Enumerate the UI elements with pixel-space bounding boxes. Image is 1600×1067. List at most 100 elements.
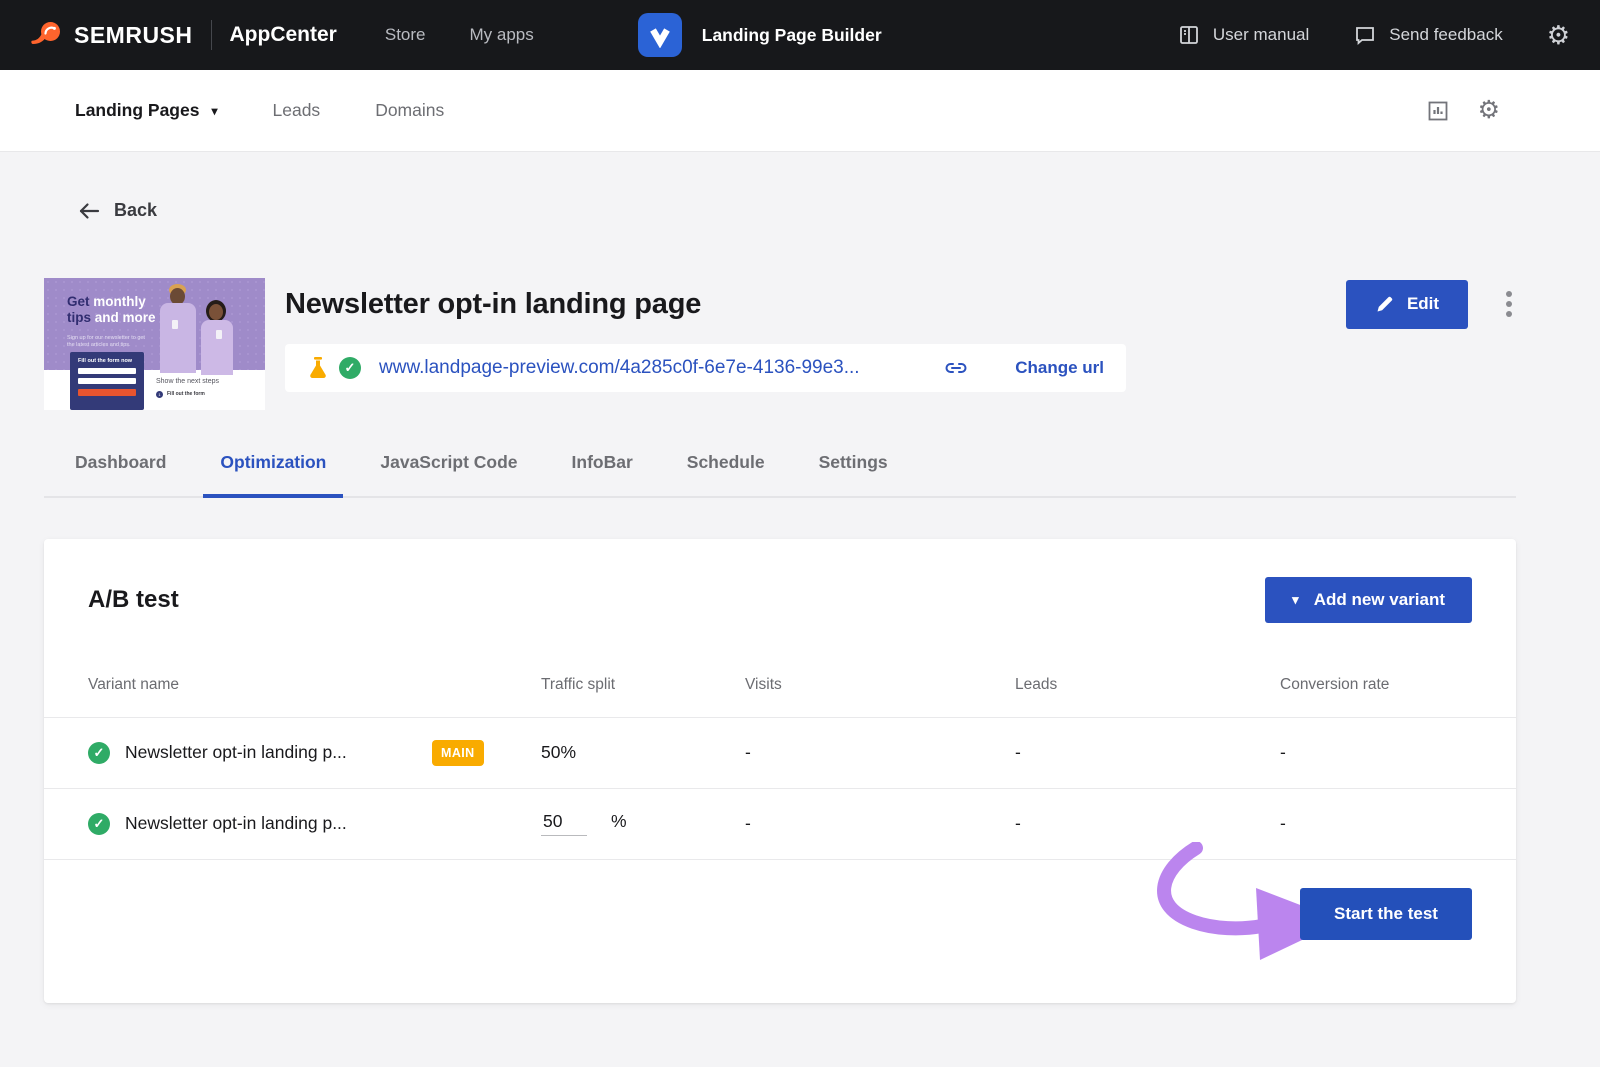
send-feedback-label: Send feedback <box>1389 25 1502 45</box>
secondary-nav-actions: ⚙ <box>1426 98 1500 123</box>
leads-value: - <box>1015 813 1280 834</box>
nav-item-store[interactable]: Store <box>385 25 426 45</box>
semrush-flame-icon <box>30 18 64 52</box>
variant-name[interactable]: Newsletter opt-in landing p... <box>125 813 347 834</box>
tab-optimization[interactable]: Optimization <box>203 452 343 496</box>
edit-label: Edit <box>1407 294 1439 314</box>
ab-flask-icon <box>307 356 329 380</box>
thumbnail-form-input <box>78 378 136 384</box>
variant-published-icon: ✓ <box>88 742 110 764</box>
current-app: Landing Page Builder <box>638 13 882 57</box>
top-app-bar: SEMRUSH AppCenter Store My apps Landing … <box>0 0 1600 70</box>
add-new-variant-button[interactable]: ▾ Add new variant <box>1265 577 1472 623</box>
edit-button[interactable]: Edit <box>1346 280 1468 329</box>
main-badge: MAIN <box>432 740 484 766</box>
tab-schedule[interactable]: Schedule <box>670 452 782 496</box>
col-traffic-split: Traffic split <box>541 676 745 694</box>
phone-illustration <box>216 330 222 339</box>
ab-test-card: A/B test ▾ Add new variant Variant name … <box>44 539 1516 1003</box>
url-verified-icon: ✓ <box>339 357 361 379</box>
subnav-item-landing-pages[interactable]: Landing Pages ▾ <box>75 100 218 121</box>
book-icon <box>1177 23 1201 47</box>
nav-item-my-apps[interactable]: My apps <box>470 25 534 45</box>
variant-name[interactable]: Newsletter opt-in landing p... <box>125 742 347 763</box>
url-actions: Change url <box>943 356 1104 380</box>
conversion-value: - <box>1280 742 1472 763</box>
tab-javascript-code[interactable]: JavaScript Code <box>363 452 534 496</box>
semrush-logo[interactable]: SEMRUSH AppCenter <box>30 18 337 52</box>
landing-page-url[interactable]: www.landpage-preview.com/4a285c0f-6e7e-4… <box>379 357 860 379</box>
add-variant-label: Add new variant <box>1314 590 1445 610</box>
variant-published-icon: ✓ <box>88 813 110 835</box>
table-row: ✓ Newsletter opt-in landing p... % - - - <box>44 788 1516 859</box>
send-feedback-link[interactable]: Send feedback <box>1353 23 1502 47</box>
top-bar-actions: User manual Send feedback ⚙ <box>1177 22 1570 48</box>
col-leads: Leads <box>1015 676 1280 694</box>
thumbnail-steps: Show the next steps 1 Fill out the form <box>156 378 219 398</box>
subnav-item-domains[interactable]: Domains <box>375 100 444 121</box>
ab-test-footer: Start the test <box>44 859 1516 1003</box>
analytics-icon[interactable] <box>1426 99 1450 123</box>
url-bar: ✓ www.landpage-preview.com/4a285c0f-6e7e… <box>285 344 1126 392</box>
feedback-bubble-icon <box>1353 23 1377 47</box>
conversion-value: - <box>1280 813 1472 834</box>
page-settings-gear-icon[interactable]: ⚙ <box>1478 98 1500 123</box>
top-nav: Store My apps <box>385 25 534 45</box>
ab-test-title: A/B test <box>88 586 179 614</box>
change-url-link[interactable]: Change url <box>1015 358 1104 378</box>
landing-page-thumbnail: Get monthly tips and more Sign up for ou… <box>44 278 265 410</box>
suite-wordmark: AppCenter <box>230 23 337 47</box>
thumbnail-step-label: Fill out the form <box>167 391 205 397</box>
traffic-split-value: 50% <box>541 742 745 763</box>
back-button[interactable]: Back <box>78 200 157 221</box>
leads-value: - <box>1015 742 1280 763</box>
app-settings-gear-icon[interactable]: ⚙ <box>1547 22 1570 48</box>
chevron-down-icon: ▾ <box>211 105 217 117</box>
tab-infobar[interactable]: InfoBar <box>555 452 650 496</box>
phone-illustration <box>172 320 178 329</box>
ab-test-header: A/B test ▾ Add new variant <box>44 539 1516 653</box>
user-manual-link[interactable]: User manual <box>1177 23 1309 47</box>
col-visits: Visits <box>745 676 1015 694</box>
start-the-test-button[interactable]: Start the test <box>1300 888 1472 940</box>
title-controls: Edit <box>1346 280 1516 329</box>
thumbnail-form-button <box>78 389 136 396</box>
user-manual-label: User manual <box>1213 25 1309 45</box>
tab-dashboard[interactable]: Dashboard <box>58 452 183 496</box>
thumbnail-form-input <box>78 368 136 374</box>
page-title: Newsletter opt-in landing page <box>285 288 1346 321</box>
main-content: Back Get monthly <box>44 152 1516 1003</box>
landing-pages-label: Landing Pages <box>75 100 199 121</box>
copy-link-icon[interactable] <box>943 356 969 380</box>
variants-table-header: Variant name Traffic split Visits Leads … <box>44 653 1516 717</box>
pencil-icon <box>1375 294 1395 314</box>
visits-value: - <box>745 742 1015 763</box>
back-arrow-icon <box>78 201 100 221</box>
brand-divider <box>211 20 212 50</box>
current-app-name: Landing Page Builder <box>702 25 882 46</box>
percent-suffix: % <box>611 811 627 832</box>
title-block: Newsletter opt-in landing page ✓ www.lan… <box>285 278 1346 392</box>
page-header: Get monthly tips and more Sign up for ou… <box>44 278 1516 410</box>
page-tabs: Dashboard Optimization JavaScript Code I… <box>44 452 1516 498</box>
chevron-down-icon: ▾ <box>1292 593 1299 606</box>
thumbnail-form: Fill out the form now <box>70 352 144 410</box>
tab-settings[interactable]: Settings <box>802 452 905 496</box>
thumbnail-steps-title: Show the next steps <box>156 378 219 385</box>
more-options-kebab-icon[interactable] <box>1502 287 1516 321</box>
col-conversion-rate: Conversion rate <box>1280 676 1472 694</box>
brand-wordmark: SEMRUSH <box>74 22 193 49</box>
table-row: ✓ Newsletter opt-in landing p... MAIN 50… <box>44 717 1516 788</box>
secondary-nav-items: Landing Pages ▾ Leads Domains <box>75 100 444 121</box>
thumbnail-headline: Get monthly tips and more <box>67 294 156 326</box>
back-label: Back <box>114 200 157 221</box>
thumbnail-form-title: Fill out the form now <box>78 358 136 364</box>
thumbnail-step-dot: 1 <box>156 391 163 398</box>
traffic-split-input[interactable] <box>541 811 587 836</box>
app-secondary-nav: Landing Pages ▾ Leads Domains ⚙ <box>0 70 1600 152</box>
subnav-item-leads[interactable]: Leads <box>273 100 321 121</box>
visits-value: - <box>745 813 1015 834</box>
thumbnail-subtext: Sign up for our newsletter to get the la… <box>67 335 147 349</box>
col-variant-name: Variant name <box>88 676 541 694</box>
landing-page-builder-icon <box>638 13 682 57</box>
